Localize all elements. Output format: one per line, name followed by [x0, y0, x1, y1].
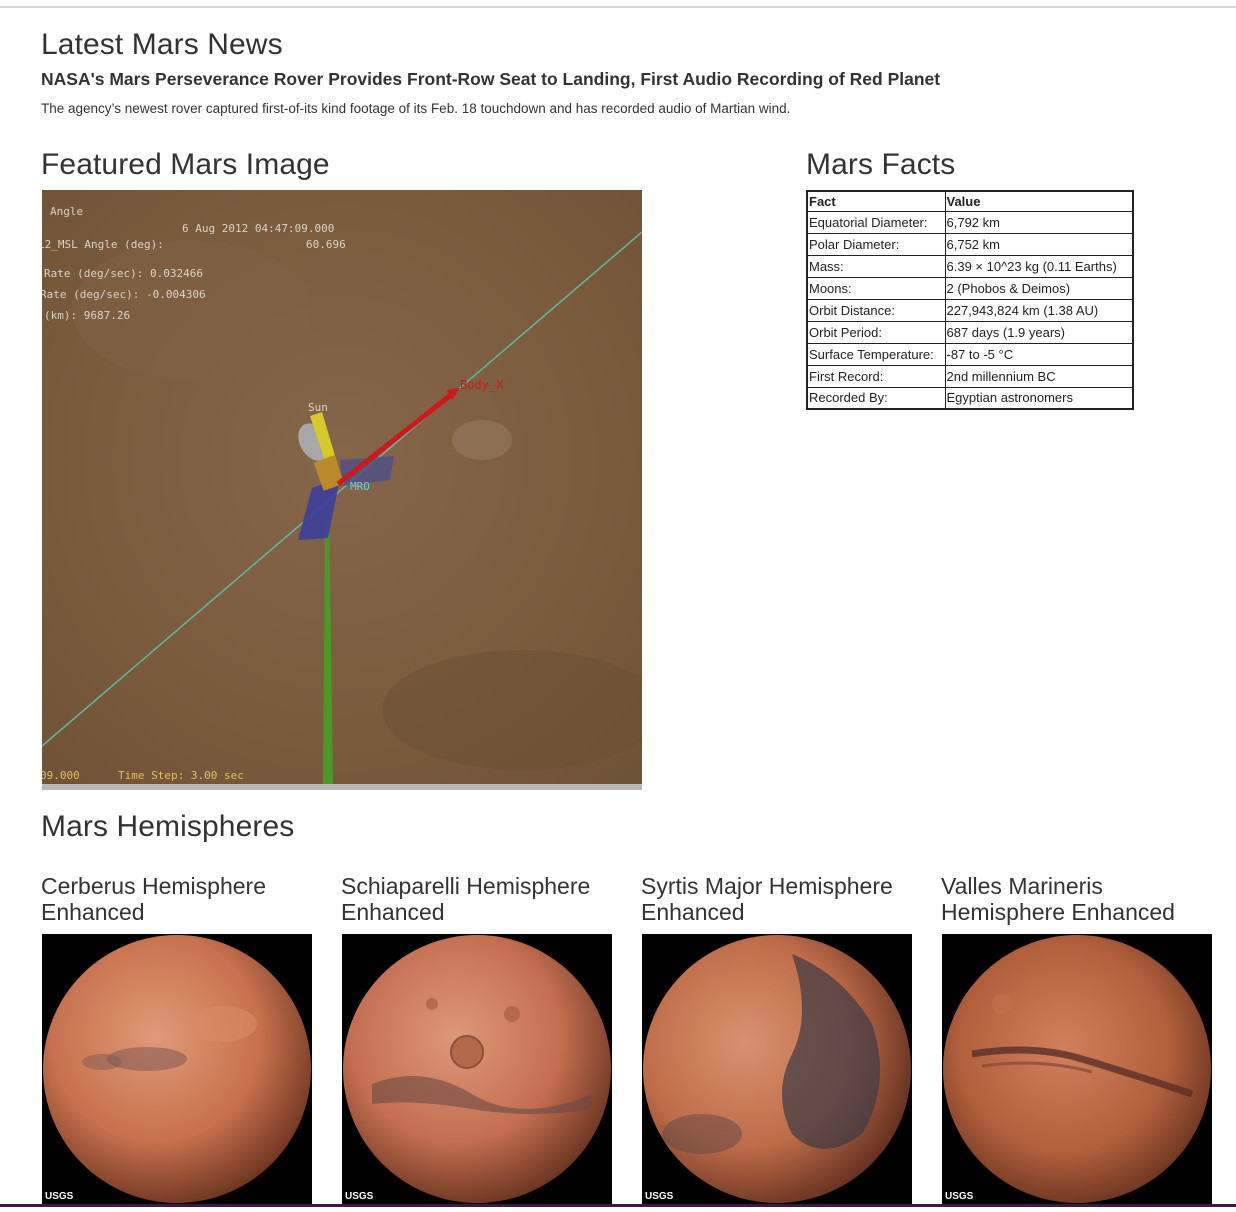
table-row: Mass: 6.39 × 10^23 kg (0.11 Earths): [806, 254, 1134, 278]
usgs-logo: USGS: [345, 1191, 374, 1202]
hemisphere-title[interactable]: Valles Marineris Hemisphere Enhanced: [941, 873, 1217, 929]
fact-value: 6,752 km: [944, 232, 1134, 256]
table-row: Moons: 2 (Phobos & Deimos): [806, 276, 1134, 300]
fact-value: 6.39 × 10^23 kg (0.11 Earths): [944, 254, 1134, 278]
hemispheres-section-title: Mars Hemispheres: [41, 810, 295, 843]
hemisphere-image[interactable]: USGS: [642, 934, 912, 1204]
overlay-line2: 6 Aug 2012 04:47:09.000: [182, 222, 334, 235]
table-row: Equatorial Diameter: 6,792 km: [806, 210, 1134, 234]
overlay-line6: (km): 9687.26: [44, 309, 130, 322]
table-row: Surface Temperature: -87 to -5 °C: [806, 342, 1134, 366]
table-header-row: Fact Value: [806, 190, 1134, 212]
fact-value: 687 days (1.9 years): [944, 320, 1134, 344]
fact-value: 6,792 km: [944, 210, 1134, 234]
fact-label: Orbit Period:: [806, 320, 946, 344]
top-divider: [0, 6, 1236, 8]
overlay-mro-label: MRO: [350, 480, 370, 493]
table-row: Orbit Period: 687 days (1.9 years): [806, 320, 1134, 344]
hemisphere-title[interactable]: Schiaparelli Hemisphere Enhanced: [341, 873, 617, 929]
hemisphere-image[interactable]: USGS: [942, 934, 1212, 1204]
fact-value: 2 (Phobos & Deimos): [944, 276, 1134, 300]
usgs-logo: USGS: [945, 1191, 974, 1202]
bottom-bar: [0, 1204, 1236, 1207]
news-headline[interactable]: NASA's Mars Perseverance Rover Provides …: [41, 69, 940, 90]
facts-section-title: Mars Facts: [806, 148, 956, 181]
table-row: First Record: 2nd millennium BC: [806, 364, 1134, 388]
fact-label: Surface Temperature:: [806, 342, 946, 366]
fact-value: 227,943,824 km (1.38 AU): [944, 298, 1134, 322]
overlay-line3: L2_MSL Angle (deg):: [42, 238, 164, 251]
hemisphere-title[interactable]: Syrtis Major Hemisphere Enhanced: [641, 873, 917, 929]
hemisphere-card-syrtis-major[interactable]: Syrtis Major Hemisphere Enhanced USGS: [641, 873, 917, 1204]
overlay-body-label: Body_X: [460, 378, 504, 392]
fact-label: Recorded By:: [806, 386, 946, 410]
table-row: Recorded By: Egyptian astronomers: [806, 386, 1134, 410]
table-row: Polar Diameter: 6,752 km: [806, 232, 1134, 256]
overlay-footer-left: 09.000: [42, 769, 80, 782]
overlay-footer-right: Time Step: 3.00 sec: [118, 769, 244, 782]
hemisphere-card-valles-marineris[interactable]: Valles Marineris Hemisphere Enhanced USG…: [941, 873, 1217, 1204]
featured-section-title: Featured Mars Image: [41, 148, 330, 181]
overlay-sun-label: Sun: [308, 401, 328, 414]
fact-label: Mass:: [806, 254, 946, 278]
overlay-line4: Rate (deg/sec): 0.032466: [44, 267, 203, 280]
mars-facts-table: Fact Value Equatorial Diameter: 6,792 km …: [806, 190, 1134, 410]
featured-image[interactable]: Angle 6 Aug 2012 04:47:09.000 L2_MSL Ang…: [42, 190, 642, 790]
fact-value: Egyptian astronomers: [944, 386, 1134, 410]
fact-label: Equatorial Diameter:: [806, 210, 946, 234]
overlay-line5: Rate (deg/sec): -0.004306: [42, 288, 206, 301]
fact-value: 2nd millennium BC: [944, 364, 1134, 388]
fact-label: Orbit Distance:: [806, 298, 946, 322]
usgs-logo: USGS: [45, 1191, 74, 1202]
news-teaser: The agency’s newest rover captured first…: [41, 101, 791, 116]
hemisphere-image[interactable]: USGS: [342, 934, 612, 1204]
hemisphere-card-cerberus[interactable]: Cerberus Hemisphere Enhanced USGS: [41, 873, 317, 1204]
hemisphere-image[interactable]: USGS: [42, 934, 312, 1204]
fact-label: Moons:: [806, 276, 946, 300]
fact-value: -87 to -5 °C: [944, 342, 1134, 366]
table-row: Orbit Distance: 227,943,824 km (1.38 AU): [806, 298, 1134, 322]
news-section-title: Latest Mars News: [41, 28, 283, 61]
table-header-fact: Fact: [806, 190, 946, 212]
fact-label: First Record:: [806, 364, 946, 388]
usgs-logo: USGS: [645, 1191, 674, 1202]
table-header-value: Value: [944, 190, 1134, 212]
hemisphere-card-schiaparelli[interactable]: Schiaparelli Hemisphere Enhanced USGS: [341, 873, 617, 1204]
overlay-line3-value: 60.696: [306, 238, 346, 251]
overlay-line1: Angle: [50, 205, 83, 218]
hemisphere-title[interactable]: Cerberus Hemisphere Enhanced: [41, 873, 317, 929]
fact-label: Polar Diameter:: [806, 232, 946, 256]
